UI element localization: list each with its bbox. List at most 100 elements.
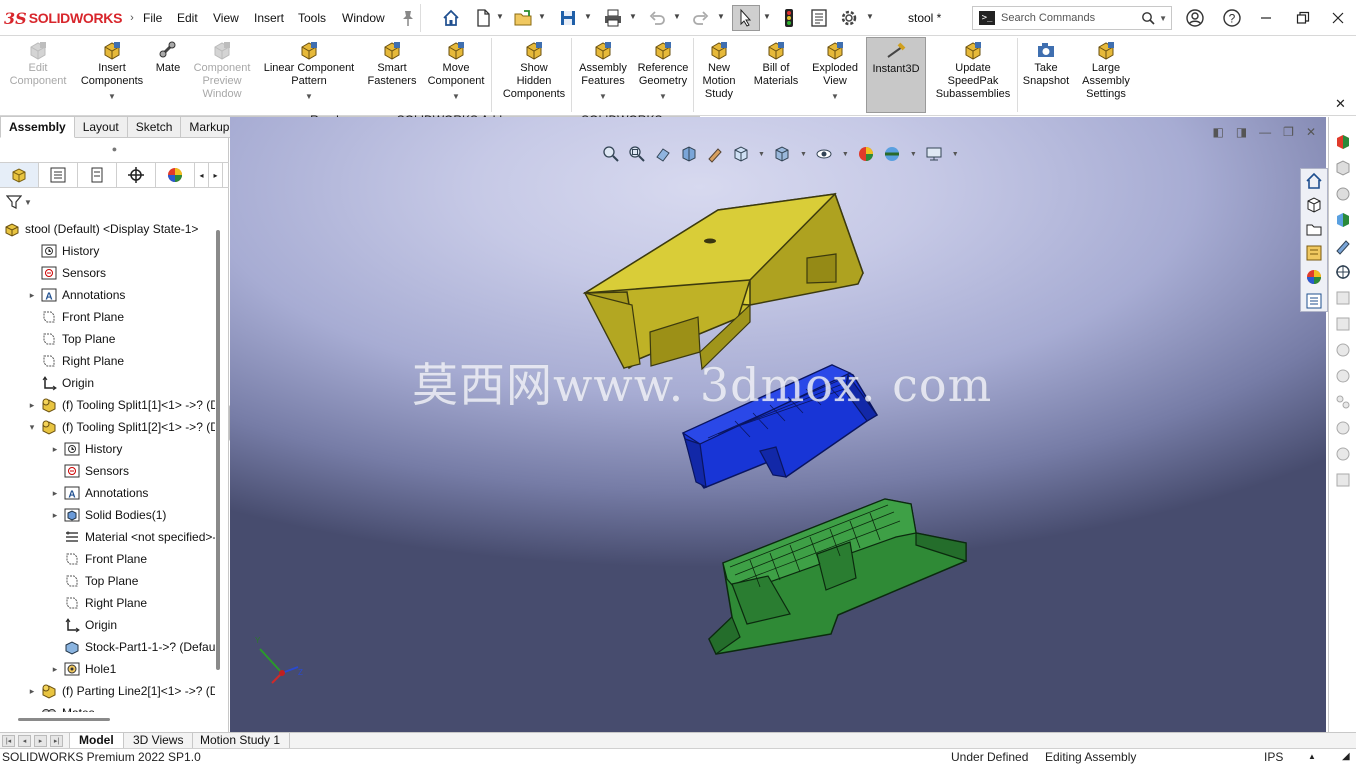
minimize-icon[interactable] (1254, 6, 1278, 30)
file-explorer-tp-icon[interactable] (1329, 181, 1356, 207)
tp-item-10-icon[interactable] (1329, 363, 1356, 389)
expand-toggle-icon[interactable]: ▸ (27, 290, 37, 301)
tabs-first-icon[interactable]: |◂ (2, 735, 15, 747)
tree-item[interactable]: ▸ (f) Parting Line2[1]<1> ->? (De (27, 680, 215, 702)
ribbon-assembly-features-button[interactable]: Assembly Features ▼ (575, 40, 631, 103)
undo-dropdown-icon[interactable]: ▼ (673, 12, 681, 21)
edit-appearance-icon[interactable] (856, 144, 877, 164)
ribbon-motion-study-button[interactable]: New Motion Study (697, 40, 741, 101)
tree-item[interactable]: ▾ (f) Tooling Split1[2]<1> ->? (De (27, 416, 215, 438)
file-properties-icon[interactable] (808, 7, 830, 29)
viewport-close-icon[interactable]: ✕ (1306, 125, 1316, 139)
viewport-minimize-icon[interactable]: — (1259, 125, 1271, 139)
tab-assembly[interactable]: Assembly (0, 116, 75, 138)
tabs-prev-icon[interactable]: ◂ (18, 735, 31, 747)
ribbon-dropdown-icon[interactable]: ▼ (258, 90, 360, 103)
redo-dropdown-icon[interactable]: ▼ (717, 12, 725, 21)
custom-properties-icon[interactable] (1301, 289, 1327, 313)
graphics-area[interactable]: ▼ ▼ ▼ ▼ ▼ ◧ ◨ — ❐ ✕ 莫西网www. 3dmox. com Y… (230, 117, 1326, 732)
tp-item-8-icon[interactable] (1329, 311, 1356, 337)
ribbon-dropdown-icon[interactable]: ▼ (575, 90, 631, 103)
menu-window[interactable]: Window (342, 11, 385, 25)
print-dropdown-icon[interactable]: ▼ (629, 12, 637, 21)
open-dropdown-icon[interactable]: ▼ (538, 12, 546, 21)
tree-item[interactable]: History (27, 240, 99, 262)
tree-item[interactable]: Right Plane (27, 350, 124, 372)
home-icon[interactable] (440, 7, 462, 29)
status-units[interactable]: IPS (1264, 749, 1283, 764)
tabs-next-icon[interactable]: ▸ (34, 735, 47, 747)
display-style-dropdown-icon[interactable]: ▼ (800, 151, 807, 158)
filter-dropdown-icon[interactable]: ▼ (24, 198, 32, 207)
user-account-icon[interactable] (1183, 6, 1207, 30)
options-dropdown-icon[interactable]: ▼ (866, 12, 874, 21)
expand-toggle-icon[interactable]: ▸ (50, 444, 60, 455)
tabs-scroll-right-icon[interactable]: ▸ (209, 163, 223, 187)
redo-icon[interactable] (690, 7, 712, 29)
new-dropdown-icon[interactable]: ▼ (496, 12, 504, 21)
tab-3d-views[interactable]: 3D Views (124, 733, 194, 749)
tree-item[interactable]: Stock-Part1-1->? (Default) (50, 636, 215, 658)
view-settings-dropdown-icon[interactable]: ▼ (952, 151, 959, 158)
ribbon-smart-fasteners-button[interactable]: Smart Fasteners (364, 40, 420, 88)
ribbon-reference-geometry-button[interactable]: Reference Geometry ▼ (633, 40, 693, 103)
design-library-tp-icon[interactable] (1329, 155, 1356, 181)
tab-feature-tree[interactable] (0, 163, 39, 187)
close-icon[interactable] (1326, 6, 1350, 30)
search-commands[interactable]: >_ Search Commands ▼ (972, 6, 1172, 30)
zoom-to-area-icon[interactable] (626, 144, 647, 164)
tree-item[interactable]: Top Plane (27, 328, 115, 350)
ribbon-show-hidden-button[interactable]: Show Hidden Components (498, 40, 570, 101)
tree-item[interactable]: Front Plane (27, 306, 124, 328)
ribbon-linear-pattern-button[interactable]: Linear Component Pattern ▼ (258, 40, 360, 103)
tabs-scroll-left-icon[interactable]: ◂ (195, 163, 209, 187)
tab-dimxpert-manager[interactable] (117, 163, 156, 187)
display-style-icon[interactable] (772, 144, 793, 164)
tree-item[interactable]: ▸ A Annotations (27, 284, 126, 306)
tree-item[interactable]: ▸ History (50, 438, 123, 460)
tabs-last-icon[interactable]: ▸| (50, 735, 63, 747)
tree-vertical-scrollbar[interactable] (216, 230, 220, 670)
expand-toggle-icon[interactable]: ▸ (27, 400, 37, 411)
expand-toggle-icon[interactable]: ▸ (50, 664, 60, 675)
hide-show-items-icon[interactable] (814, 144, 835, 164)
pin-icon[interactable] (397, 7, 419, 29)
section-view-icon[interactable] (678, 144, 699, 164)
solidworks-logo[interactable]: 3S SOLIDWORKS › (4, 6, 134, 30)
open-icon[interactable] (512, 7, 534, 29)
tab-sketch[interactable]: Sketch (127, 116, 182, 138)
tree-item[interactable]: Sensors (50, 460, 129, 482)
menu-tools[interactable]: Tools (298, 11, 326, 25)
tree-item[interactable]: Mates (27, 702, 95, 712)
help-icon[interactable]: ? (1220, 6, 1244, 30)
hide-show-dropdown-icon[interactable]: ▼ (842, 151, 849, 158)
expand-toggle-icon[interactable]: ▸ (50, 510, 60, 521)
rebuild-traffic-light-icon[interactable] (778, 7, 800, 29)
expand-toggle-icon[interactable]: ▸ (50, 488, 60, 499)
expand-toggle-icon[interactable]: ▸ (27, 686, 37, 697)
new-document-icon[interactable] (472, 7, 494, 29)
ribbon-large-assembly-button[interactable]: Large Assembly Settings (1080, 40, 1132, 101)
tree-item[interactable]: Material <not specified>-: (50, 526, 215, 548)
restore-icon[interactable] (1291, 6, 1315, 30)
search-dropdown-icon[interactable]: ▼ (1159, 14, 1167, 23)
tp-item-11-icon[interactable] (1329, 389, 1356, 415)
custom-properties-tp-icon[interactable] (1329, 259, 1356, 285)
menu-insert[interactable]: Insert (254, 11, 284, 25)
tp-item-13-icon[interactable] (1329, 441, 1356, 467)
tree-item[interactable]: ▸ Hole1 (50, 658, 117, 680)
view-palette-tp-icon[interactable] (1329, 207, 1356, 233)
ribbon-edit-component-button[interactable]: Edit Component (4, 40, 72, 88)
assembly-model[interactable] (230, 117, 1326, 732)
search-icon[interactable] (1141, 11, 1155, 25)
pane-grip-icon[interactable]: ● (0, 144, 229, 156)
ribbon-camera-button[interactable]: Take Snapshot (1020, 40, 1072, 88)
tree-horizontal-scrollbar[interactable] (18, 718, 110, 721)
tp-item-14-icon[interactable] (1329, 467, 1356, 493)
tab-motion-study[interactable]: Motion Study 1 (191, 733, 291, 749)
solidworks-resources-icon[interactable] (1329, 129, 1356, 155)
tree-filter[interactable]: ▼ (6, 194, 32, 210)
save-dropdown-icon[interactable]: ▼ (584, 12, 592, 21)
options-gear-icon[interactable] (838, 7, 860, 29)
ribbon-exploded-view-button[interactable]: Exploded View ▼ (807, 40, 863, 103)
